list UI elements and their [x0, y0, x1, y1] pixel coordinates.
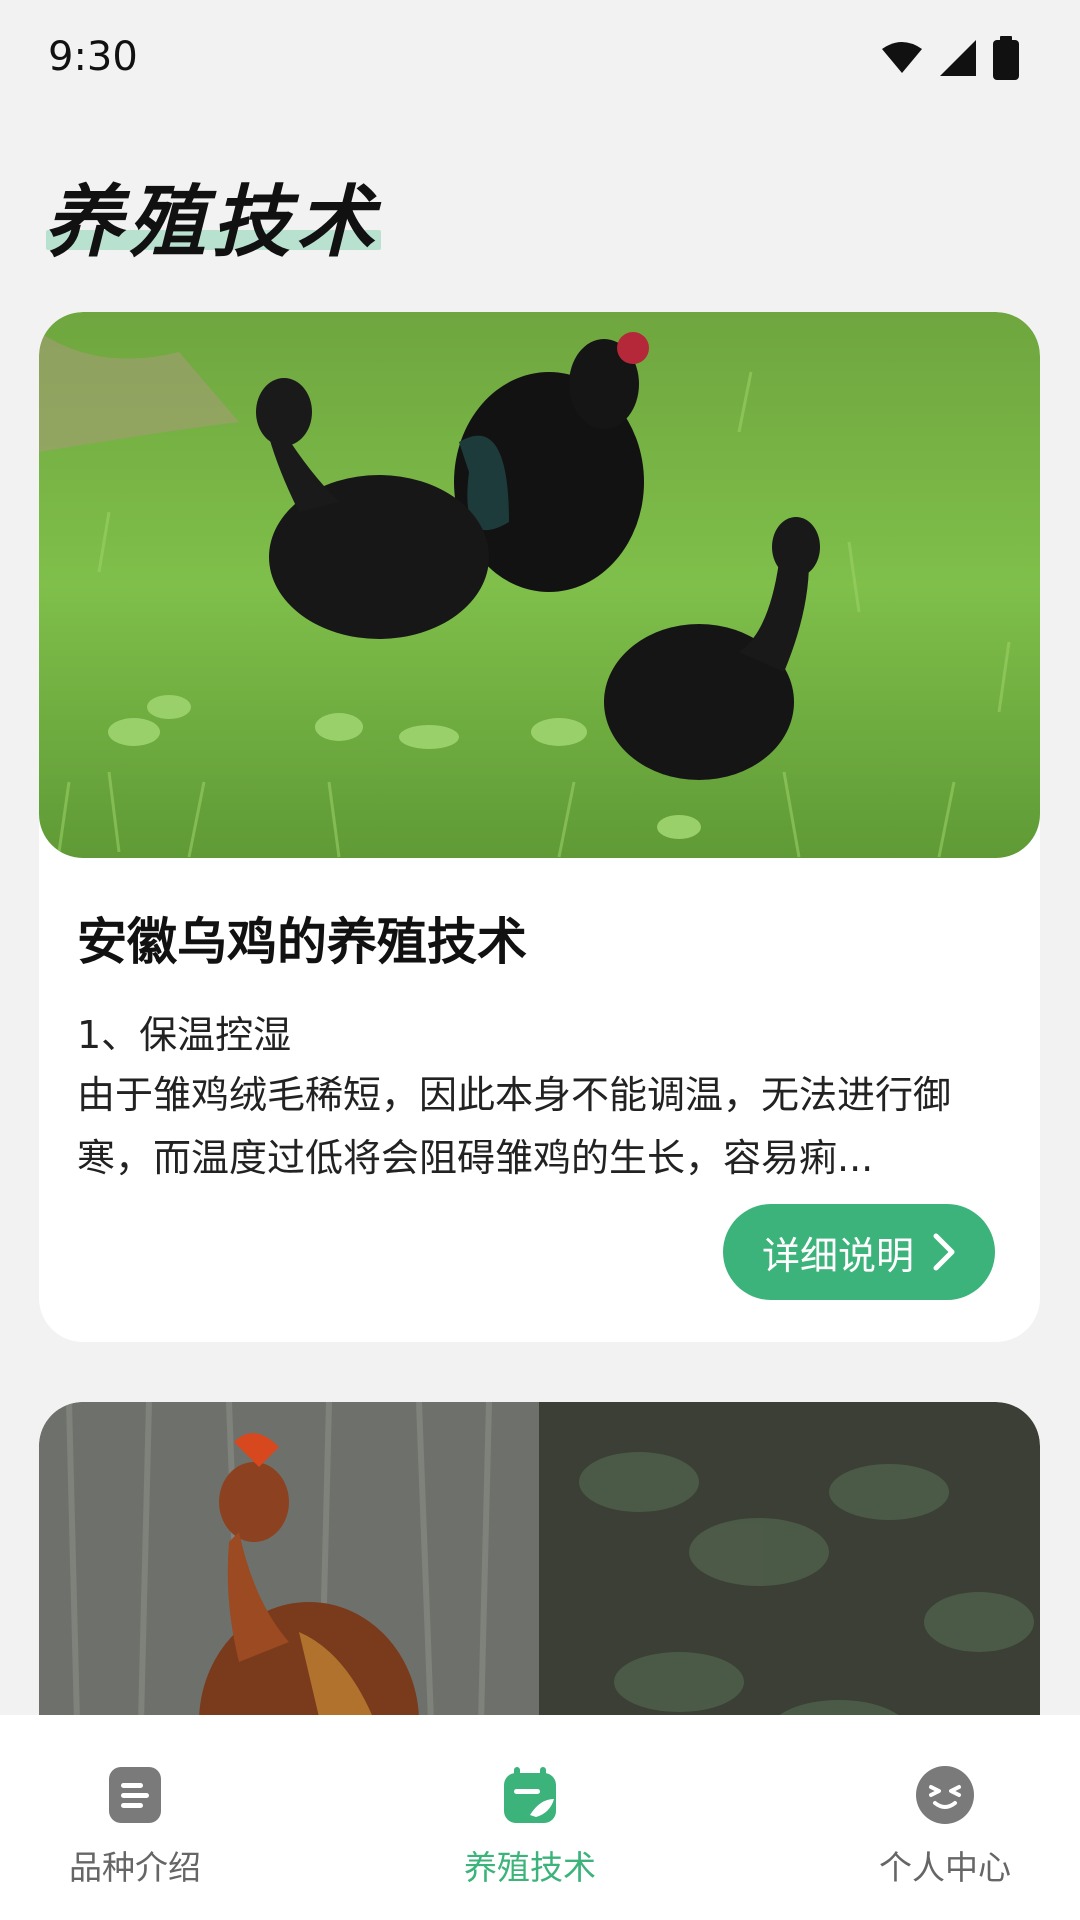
chevron-right-icon	[933, 1233, 955, 1271]
nav-label: 品种介绍	[69, 1848, 201, 1887]
wifi-icon	[882, 42, 922, 73]
status-icons	[880, 36, 1020, 80]
battery-icon	[993, 36, 1019, 80]
document-icon	[105, 1765, 165, 1825]
nav-item-breeding-tech[interactable]: 养殖技术	[420, 1765, 640, 1889]
calendar-icon	[500, 1765, 560, 1825]
article-title: 安徽乌鸡的养殖技术	[77, 913, 527, 971]
article-image-black-chickens	[39, 312, 1040, 858]
nav-label: 养殖技术	[464, 1848, 596, 1887]
article-subtitle: 1、保温控湿	[77, 1013, 292, 1057]
article-description: 由于雏鸡绒毛稀短，因此本身不能调温，无法进行御寒，而温度过低将会阻碍雏鸡的生长，…	[77, 1073, 952, 1180]
article-card[interactable]: 安徽乌鸡的养殖技术 1、保温控湿 由于雏鸡绒毛稀短，因此本身不能调温，无法进行御…	[39, 312, 1040, 1342]
status-bar: 9:30	[0, 0, 1080, 120]
nav-item-profile[interactable]: 个人中心	[835, 1765, 1055, 1889]
detail-button-label: 详细说明	[761, 1233, 914, 1278]
page-title: 养殖技术	[44, 178, 381, 268]
smiley-icon	[915, 1765, 975, 1825]
nav-item-breeds[interactable]: 品种介绍	[25, 1765, 245, 1889]
signal-icon	[940, 40, 976, 76]
detail-button[interactable]: 详细说明	[723, 1204, 995, 1300]
page-title-area: 养殖技术	[44, 160, 381, 268]
bottom-navigation: 品种介绍 养殖技术 个人中心	[0, 1715, 1080, 1920]
nav-label: 个人中心	[879, 1848, 1011, 1887]
status-time: 9:30	[48, 34, 138, 80]
